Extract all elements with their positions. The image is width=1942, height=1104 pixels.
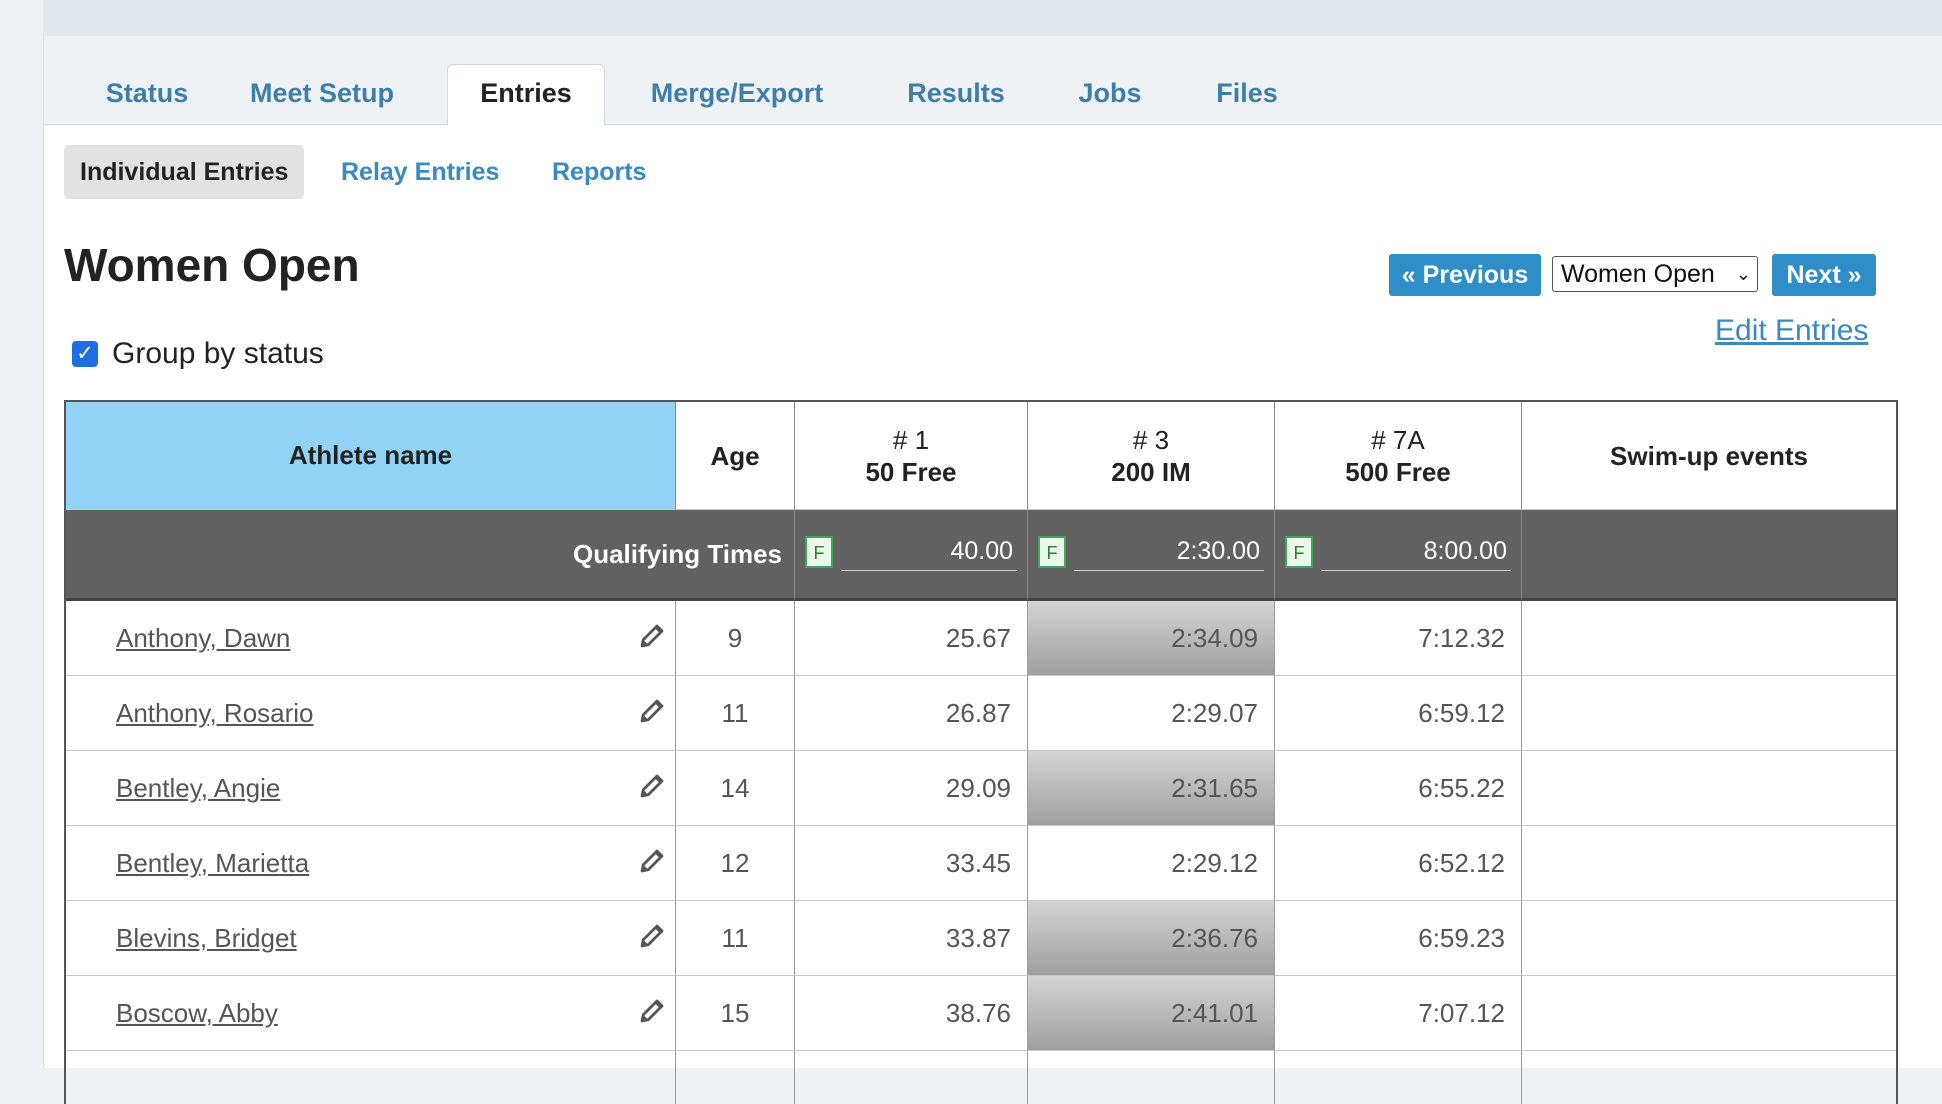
- pencil-icon[interactable]: [637, 621, 667, 651]
- time-cell[interactable]: 7:07.12: [1275, 976, 1522, 1051]
- pencil-icon[interactable]: [637, 771, 667, 801]
- event-name: 500 Free: [1345, 456, 1451, 487]
- subtab-individual-entries[interactable]: Individual Entries: [64, 145, 305, 199]
- entries-table: Athlete name Age # 1 50 Free # 3 200 IM …: [64, 400, 1898, 1104]
- age-cell: 14: [676, 751, 795, 826]
- event-1-header: # 1 50 Free: [795, 402, 1028, 510]
- event-3-header: # 3 200 IM: [1028, 402, 1275, 510]
- swim-up-cell: [1522, 976, 1896, 1051]
- page-title: Women Open: [64, 239, 360, 291]
- group-by-status-checkbox[interactable]: ✓: [72, 341, 98, 367]
- f-badge[interactable]: F: [805, 536, 833, 568]
- chevron-down-icon: ⌄: [1735, 264, 1751, 284]
- swim-up-cell: [1522, 901, 1896, 976]
- tab-files[interactable]: Files: [1206, 65, 1288, 123]
- table-row: Anthony, Dawn 9 25.67 2:34.09 7:12.32: [66, 601, 1896, 676]
- pencil-icon[interactable]: [637, 846, 667, 876]
- qualifying-times-row: Qualifying Times F 40.00 F 2:30.00 F 8:0…: [66, 510, 1896, 601]
- time-cell[interactable]: 7:12.32: [1275, 601, 1522, 676]
- group-select[interactable]: Women Open ⌄: [1552, 256, 1758, 292]
- time-cell[interactable]: 6:52.12: [1275, 826, 1522, 901]
- time-cell[interactable]: 33.45: [795, 826, 1028, 901]
- time-cell[interactable]: 2:41.01: [1028, 976, 1275, 1051]
- group-by-status-label: Group by status: [112, 337, 324, 370]
- event-number: # 1: [892, 424, 930, 455]
- qualifying-cell-e1: F 40.00: [795, 510, 1028, 601]
- swim-up-cell: [1522, 826, 1896, 901]
- tab-results[interactable]: Results: [896, 65, 1016, 123]
- athlete-name-header[interactable]: Athlete name: [66, 402, 676, 510]
- swim-up-events-header: Swim-up events: [1522, 402, 1896, 510]
- athlete-name-link[interactable]: Anthony, Rosario: [116, 698, 314, 728]
- tab-bar: Status Meet Setup Entries Merge/Export R…: [44, 36, 1942, 126]
- qualifying-cell-e3: F 2:30.00: [1028, 510, 1275, 601]
- next-button[interactable]: Next »: [1772, 254, 1876, 296]
- qualifying-time-input[interactable]: 8:00.00: [1321, 532, 1511, 571]
- event-number: # 3: [1132, 424, 1170, 455]
- group-select-value: Women Open: [1561, 260, 1715, 288]
- previous-button[interactable]: « Previous: [1389, 254, 1541, 296]
- time-cell[interactable]: 6:59.12: [1275, 676, 1522, 751]
- qualifying-time-input[interactable]: 2:30.00: [1074, 532, 1264, 571]
- time-cell[interactable]: 2:29.12: [1028, 826, 1275, 901]
- tab-status[interactable]: Status: [94, 65, 200, 123]
- edit-entries-link[interactable]: Edit Entries: [1715, 314, 1868, 348]
- pencil-icon[interactable]: [637, 996, 667, 1026]
- f-badge[interactable]: F: [1285, 536, 1313, 568]
- time-cell[interactable]: 33.87: [795, 901, 1028, 976]
- swim-up-cell: [1522, 751, 1896, 826]
- subtab-relay-entries[interactable]: Relay Entries: [341, 145, 499, 199]
- time-cell[interactable]: 29.09: [795, 751, 1028, 826]
- time-cell[interactable]: 2:29.07: [1028, 676, 1275, 751]
- table-row: Boscow, Abby 15 38.76 2:41.01 7:07.12: [66, 976, 1896, 1051]
- athlete-name-link[interactable]: Bentley, Marietta: [116, 848, 309, 878]
- pencil-icon[interactable]: [637, 921, 667, 951]
- age-cell: 12: [676, 826, 795, 901]
- qualifying-cell-e7a: F 8:00.00: [1275, 510, 1522, 601]
- athlete-name-link[interactable]: Blevins, Bridget: [116, 923, 297, 953]
- group-by-status[interactable]: ✓ Group by status: [72, 334, 324, 374]
- event-number: # 7A: [1371, 424, 1425, 455]
- table-row: Bentley, Marietta 12 33.45 2:29.12 6:52.…: [66, 826, 1896, 901]
- time-cell[interactable]: 38.76: [795, 976, 1028, 1051]
- age-cell: 11: [676, 901, 795, 976]
- qualifying-time-input[interactable]: 40.00: [841, 532, 1017, 571]
- qualifying-cell-swimup: [1522, 510, 1896, 601]
- main-panel: Status Meet Setup Entries Merge/Export R…: [43, 36, 1942, 1104]
- swim-up-cell: [1522, 676, 1896, 751]
- time-cell[interactable]: 2:34.09: [1028, 601, 1275, 676]
- event-name: 200 IM: [1111, 456, 1191, 487]
- athlete-name-link[interactable]: Anthony, Dawn: [116, 623, 290, 653]
- top-bar: [43, 0, 1942, 37]
- age-header[interactable]: Age: [676, 402, 795, 510]
- table-row: Anthony, Rosario 11 26.87 2:29.07 6:59.1…: [66, 676, 1896, 751]
- age-cell: 15: [676, 976, 795, 1051]
- tab-meet-setup[interactable]: Meet Setup: [234, 65, 410, 123]
- age-cell: 11: [676, 676, 795, 751]
- table-row: Bentley, Angie 14 29.09 2:31.65 6:55.22: [66, 751, 1896, 826]
- athlete-name-link[interactable]: Bentley, Angie: [116, 773, 280, 803]
- time-cell[interactable]: 26.87: [795, 676, 1028, 751]
- time-cell[interactable]: 2:31.65: [1028, 751, 1275, 826]
- age-cell: 9: [676, 601, 795, 676]
- tab-merge-export[interactable]: Merge/Export: [640, 65, 834, 123]
- table-row: Blevins, Bridget 11 33.87 2:36.76 6:59.2…: [66, 901, 1896, 976]
- time-cell[interactable]: 6:55.22: [1275, 751, 1522, 826]
- event-7a-header: # 7A 500 Free: [1275, 402, 1522, 510]
- time-cell[interactable]: 6:59.23: [1275, 901, 1522, 976]
- athlete-name-link[interactable]: Boscow, Abby: [116, 998, 278, 1028]
- table-row: [66, 1051, 1896, 1104]
- f-badge[interactable]: F: [1038, 536, 1066, 568]
- subtab-reports[interactable]: Reports: [552, 145, 646, 199]
- time-cell[interactable]: 2:36.76: [1028, 901, 1275, 976]
- swim-up-cell: [1522, 601, 1896, 676]
- event-name: 50 Free: [865, 456, 957, 487]
- tab-entries[interactable]: Entries: [447, 64, 605, 126]
- qualifying-times-label: Qualifying Times: [66, 510, 795, 601]
- pencil-icon[interactable]: [637, 696, 667, 726]
- table-header: Athlete name Age # 1 50 Free # 3 200 IM …: [66, 402, 1896, 510]
- time-cell[interactable]: 25.67: [795, 601, 1028, 676]
- tab-jobs[interactable]: Jobs: [1070, 65, 1150, 123]
